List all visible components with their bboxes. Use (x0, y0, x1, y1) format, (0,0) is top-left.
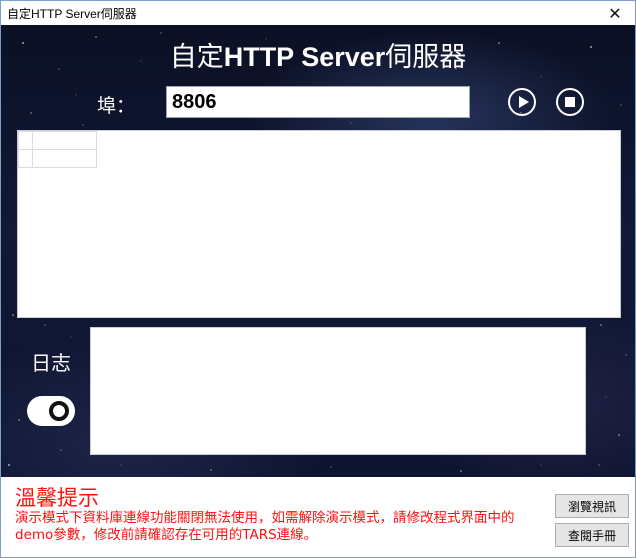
table-row (18, 149, 97, 168)
window-title: 自定HTTP Server伺服器 (7, 7, 137, 21)
grid-cell (18, 149, 33, 168)
app-title: 自定HTTP Server伺服器 (1, 35, 635, 74)
grid-cell (32, 149, 97, 168)
starry-background-panel: 自定HTTP Server伺服器 埠： 日志 (1, 25, 635, 477)
close-icon[interactable]: ✕ (595, 1, 635, 25)
play-circle-icon[interactable] (508, 88, 536, 116)
notice-title: 溫馨提示 (15, 486, 99, 510)
stop-circle-icon[interactable] (556, 88, 584, 116)
play-triangle-glyph (519, 96, 529, 108)
data-grid-header-cells (18, 131, 97, 168)
read-manual-button[interactable]: 查閱手冊 (555, 523, 629, 547)
data-grid[interactable] (17, 130, 621, 318)
grid-cell (18, 131, 33, 150)
port-label: 埠： (97, 95, 136, 117)
log-toggle-switch[interactable] (27, 396, 75, 426)
log-label: 日志 (31, 351, 71, 375)
table-row (18, 131, 97, 150)
title-bar: 自定HTTP Server伺服器 ✕ (1, 1, 635, 25)
browse-video-button[interactable]: 瀏覽視訊 (555, 494, 629, 518)
grid-cell (32, 131, 97, 150)
app-window: 自定HTTP Server伺服器 ✕ 自定HTTP Server伺服器 埠： 8… (0, 0, 636, 558)
toggle-knob-icon (49, 401, 69, 421)
stop-square-glyph (565, 97, 575, 107)
app-title-suffix: 伺服器 (385, 42, 467, 73)
app-title-bold: HTTP Server (223, 42, 386, 72)
log-output-area[interactable] (90, 327, 586, 455)
port-input[interactable] (166, 86, 470, 118)
notice-text: 演示模式下資料庫連線功能關閉無法使用，如需解除演示模式，請修改程式界面中的dem… (15, 510, 515, 543)
app-title-prefix: 自定 (169, 42, 224, 73)
